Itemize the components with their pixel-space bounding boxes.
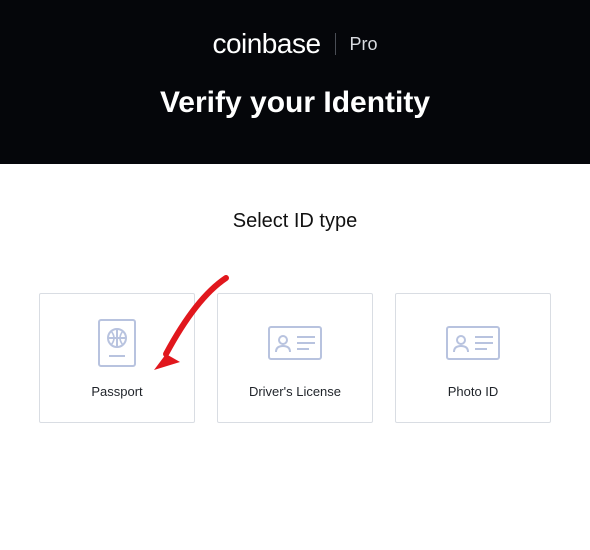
id-card-icon	[445, 318, 501, 368]
header: coinbase Pro Verify your Identity	[0, 0, 590, 164]
option-label: Photo ID	[448, 384, 499, 399]
brand-sub-text: Pro	[350, 34, 378, 55]
option-drivers-license[interactable]: Driver's License	[217, 293, 373, 423]
page-title: Verify your Identity	[10, 86, 580, 120]
brand-separator	[335, 33, 336, 55]
option-label: Driver's License	[249, 384, 341, 399]
brand: coinbase Pro	[10, 28, 580, 60]
option-photo-id[interactable]: Photo ID	[395, 293, 551, 423]
id-card-icon	[267, 318, 323, 368]
option-passport[interactable]: Passport	[39, 293, 195, 423]
passport-icon	[97, 318, 137, 368]
option-label: Passport	[91, 384, 142, 399]
brand-main-text: coinbase	[212, 28, 320, 60]
section-title: Select ID type	[30, 210, 560, 233]
id-type-options: Passport Driver's License	[30, 293, 560, 423]
content: Select ID type Passport	[0, 164, 590, 453]
